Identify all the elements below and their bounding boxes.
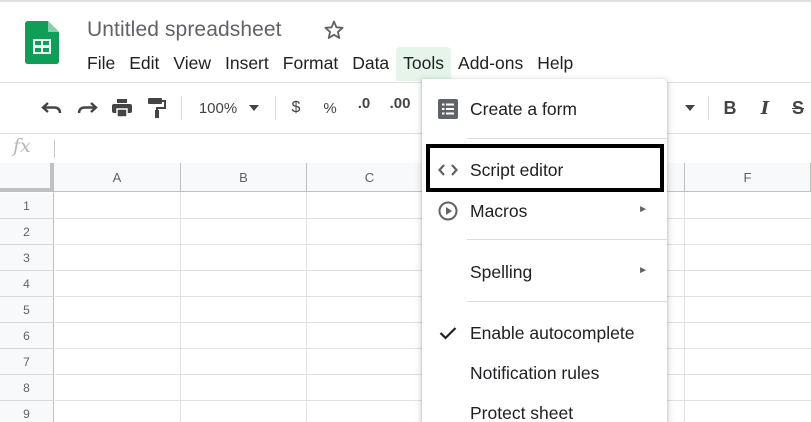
menu-separator — [467, 301, 667, 302]
print-icon[interactable] — [110, 95, 134, 121]
column-gridline — [180, 192, 181, 422]
column-header-c[interactable]: C — [307, 163, 433, 192]
tools-menu: Create a form Script editor Macros ► Spe… — [422, 79, 667, 422]
font-size-chevron-icon[interactable] — [682, 95, 698, 121]
menu-addons[interactable]: Add-ons — [451, 47, 530, 81]
italic-button[interactable]: I — [755, 95, 775, 121]
paint-format-icon[interactable] — [145, 95, 169, 121]
menu-item-create-form[interactable]: Create a form — [422, 89, 667, 127]
fx-icon: fx — [13, 135, 31, 157]
decrease-decimal-label: .0 — [357, 95, 371, 112]
currency-button[interactable]: $ — [286, 95, 306, 121]
toolbar-separator — [275, 96, 276, 120]
menu-separator — [467, 138, 667, 139]
highlight-box — [426, 144, 664, 192]
column-header-f[interactable]: F — [685, 163, 811, 192]
formula-bar-separator — [54, 140, 55, 158]
menu-help[interactable]: Help — [530, 47, 580, 81]
undo-icon[interactable] — [40, 95, 64, 121]
row-header-5[interactable]: 5 — [0, 297, 54, 323]
menu-item-enable-autocomplete[interactable]: Enable autocomplete — [422, 313, 667, 351]
top-border — [0, 0, 811, 2]
row-header-2[interactable]: 2 — [0, 219, 54, 245]
submenu-arrow-icon: ► — [638, 265, 648, 276]
menu-item-spelling[interactable]: Spelling ► — [422, 252, 667, 290]
decrease-decimal-button[interactable]: .0 — [352, 95, 376, 121]
row-header-1[interactable]: 1 — [0, 193, 54, 219]
menu-data[interactable]: Data — [345, 47, 396, 81]
redo-icon[interactable] — [75, 95, 99, 121]
toolbar-separator — [708, 96, 709, 120]
row-header-6[interactable]: 6 — [0, 323, 54, 349]
submenu-arrow-icon: ► — [638, 204, 648, 215]
menu-insert[interactable]: Insert — [218, 47, 276, 81]
menu-edit[interactable]: Edit — [122, 47, 166, 81]
toolbar-separator — [181, 96, 182, 120]
menu-separator — [467, 239, 667, 240]
menu-bar: File Edit View Insert Format Data Tools … — [80, 47, 580, 81]
menu-item-label: Macros — [470, 201, 528, 221]
menu-tools[interactable]: Tools — [396, 47, 452, 81]
menu-item-protect-sheet[interactable]: Protect sheet — [422, 393, 667, 422]
menu-file[interactable]: File — [80, 47, 122, 81]
menu-item-label: Create a form — [470, 99, 577, 119]
select-all-corner[interactable] — [0, 163, 54, 192]
menu-item-label: Notification rules — [470, 363, 600, 383]
document-title[interactable]: Untitled spreadsheet — [87, 18, 282, 42]
menu-item-macros[interactable]: Macros ► — [422, 191, 667, 229]
increase-decimal-button[interactable]: .00 — [386, 95, 414, 121]
zoom-value: 100% — [198, 99, 238, 117]
form-icon — [437, 98, 459, 120]
check-icon — [437, 322, 459, 344]
bold-button[interactable]: B — [720, 95, 740, 121]
row-header-3[interactable]: 3 — [0, 245, 54, 271]
play-circle-icon — [437, 200, 459, 222]
toolbar-top-border — [0, 82, 811, 83]
increase-decimal-label: .00 — [389, 95, 411, 112]
star-icon[interactable] — [322, 18, 346, 42]
menu-item-notification-rules[interactable]: Notification rules — [422, 353, 667, 391]
menu-item-label: Enable autocomplete — [470, 323, 635, 343]
strikethrough-button[interactable]: S — [788, 95, 808, 121]
column-gridline — [306, 192, 307, 422]
row-header-8[interactable]: 8 — [0, 375, 54, 401]
column-gridline — [684, 192, 685, 422]
menu-item-label: Protect sheet — [470, 403, 574, 422]
formula-bar — [0, 133, 811, 163]
row-header-7[interactable]: 7 — [0, 349, 54, 375]
chevron-down-icon — [249, 105, 260, 111]
percent-button[interactable]: % — [320, 95, 340, 121]
row-header-9[interactable]: 9 — [0, 401, 54, 422]
column-header-b[interactable]: B — [181, 163, 307, 192]
menu-format[interactable]: Format — [276, 47, 345, 81]
zoom-select[interactable]: 100% — [194, 95, 264, 121]
row-header-4[interactable]: 4 — [0, 271, 54, 297]
menu-item-label: Spelling — [470, 262, 533, 282]
spreadsheet-grid[interactable]: A B C F 1 2 3 4 5 6 7 8 9 — [0, 163, 811, 422]
menu-view[interactable]: View — [166, 47, 218, 81]
column-header-a[interactable]: A — [54, 163, 181, 192]
sheets-logo-icon[interactable] — [25, 21, 59, 64]
